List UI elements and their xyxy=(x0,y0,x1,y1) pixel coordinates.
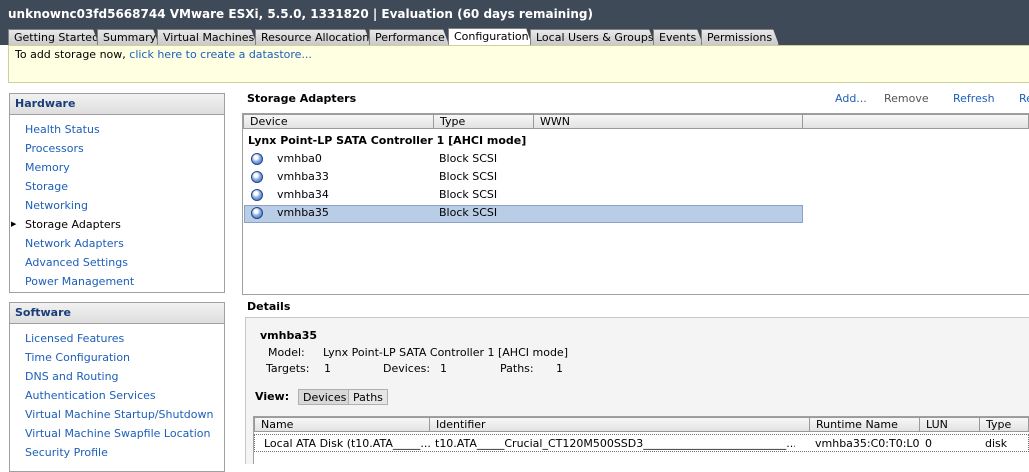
nav-health-status[interactable]: Health Status xyxy=(25,123,100,136)
device-runtime-name: vmhba35:C0:T0:L0 xyxy=(815,437,920,450)
col-type[interactable]: Type xyxy=(979,417,1029,432)
info-text: To add storage now, xyxy=(15,48,130,61)
storage-adapter-icon xyxy=(251,171,263,183)
nav-networking[interactable]: Networking xyxy=(25,199,88,212)
nav-advanced-settings[interactable]: Advanced Settings xyxy=(25,256,128,269)
nav-power-management[interactable]: Power Management xyxy=(25,275,134,288)
paths-value: 1 xyxy=(556,362,563,375)
model-label: Model: xyxy=(268,346,305,359)
storage-adapter-icon xyxy=(251,189,263,201)
refresh-link[interactable]: Refresh xyxy=(953,92,995,105)
details-adapter-name: vmhba35 xyxy=(260,329,318,342)
col-type[interactable]: Type xyxy=(433,114,534,129)
tab-performance[interactable]: Performance xyxy=(369,29,449,45)
col-wwn[interactable]: WWN xyxy=(533,114,803,129)
adapter-type: Block SCSI xyxy=(439,188,498,201)
targets-value: 1 xyxy=(324,362,331,375)
nav-vm-swapfile-location[interactable]: Virtual Machine Swapfile Location xyxy=(25,427,210,440)
paths-label: Paths: xyxy=(500,362,534,375)
tab-virtual-machines[interactable]: Virtual Machines xyxy=(157,29,257,45)
nav-time-configuration[interactable]: Time Configuration xyxy=(25,351,130,364)
nav-licensed-features[interactable]: Licensed Features xyxy=(25,332,124,345)
col-lun[interactable]: LUN xyxy=(919,417,980,432)
remove-adapter-link[interactable]: Remove xyxy=(884,92,929,105)
nav-processors[interactable]: Processors xyxy=(25,142,84,155)
adapter-device[interactable]: vmhba33 xyxy=(277,170,329,183)
col-runtime-name[interactable]: Runtime Name xyxy=(809,417,920,432)
selection-arrow-icon: ▶ xyxy=(11,220,17,228)
tab-bar: Getting Started Summary Virtual Machines… xyxy=(0,28,1029,45)
details-title: Details xyxy=(247,300,291,313)
nav-vm-startup-shutdown[interactable]: Virtual Machine Startup/Shutdown xyxy=(25,408,213,421)
col-name[interactable]: Name xyxy=(254,417,430,432)
device-name: Local ATA Disk (t10.ATA_____... xyxy=(264,437,431,450)
adapter-type: Block SCSI xyxy=(439,152,498,165)
view-label: View: xyxy=(255,390,290,403)
device-identifier: t10.ATA_____Crucial_CT120M500SSD3_______… xyxy=(435,437,795,450)
tab-configuration[interactable]: Configuration xyxy=(448,28,532,45)
adapter-type: Block SCSI xyxy=(439,206,498,219)
hardware-header: Hardware xyxy=(10,94,224,115)
view-devices-button[interactable]: Devices xyxy=(298,389,352,405)
view-paths-button[interactable]: Paths xyxy=(348,389,388,405)
nav-memory[interactable]: Memory xyxy=(25,161,70,174)
nav-authentication-services[interactable]: Authentication Services xyxy=(25,389,156,402)
window-title: unknownc03fd5668744 VMware ESXi, 5.5.0, … xyxy=(0,0,1029,28)
storage-adapter-icon xyxy=(251,153,263,165)
device-type: disk xyxy=(985,437,1008,450)
col-filler xyxy=(802,114,1029,129)
model-value: Lynx Point-LP SATA Controller 1 [AHCI mo… xyxy=(323,346,568,359)
col-identifier[interactable]: Identifier xyxy=(429,417,810,432)
adapter-type: Block SCSI xyxy=(439,170,498,183)
info-bar: To add storage now, click here to create… xyxy=(8,45,1029,83)
add-adapter-link[interactable]: Add... xyxy=(835,92,867,105)
adapter-device[interactable]: vmhba35 xyxy=(277,206,329,219)
targets-label: Targets: xyxy=(266,362,310,375)
nav-security-profile[interactable]: Security Profile xyxy=(25,446,108,459)
devices-label: Devices: xyxy=(383,362,431,375)
software-header: Software xyxy=(10,303,224,324)
tab-events[interactable]: Events xyxy=(653,29,703,45)
tab-local-users-groups[interactable]: Local Users & Groups xyxy=(530,29,655,45)
devices-value: 1 xyxy=(440,362,447,375)
nav-storage[interactable]: Storage xyxy=(25,180,68,193)
tab-summary[interactable]: Summary xyxy=(97,29,159,45)
nav-storage-adapters[interactable]: Storage Adapters xyxy=(25,218,121,231)
nav-network-adapters[interactable]: Network Adapters xyxy=(25,237,124,250)
adapter-group-header: Lynx Point-LP SATA Controller 1 [AHCI mo… xyxy=(248,134,527,147)
tab-resource-allocation[interactable]: Resource Allocation xyxy=(255,29,371,45)
storage-adapters-title: Storage Adapters xyxy=(247,92,357,105)
storage-adapter-icon xyxy=(251,207,263,219)
adapter-device[interactable]: vmhba34 xyxy=(277,188,329,201)
col-device[interactable]: Device xyxy=(243,114,434,129)
create-datastore-link[interactable]: click here to create a datastore... xyxy=(129,48,312,61)
tab-getting-started[interactable]: Getting Started xyxy=(8,29,99,45)
adapter-device[interactable]: vmhba0 xyxy=(277,152,322,165)
tab-permissions[interactable]: Permissions xyxy=(701,29,779,45)
rescan-link[interactable]: Re xyxy=(1019,92,1029,105)
nav-dns-routing[interactable]: DNS and Routing xyxy=(25,370,119,383)
device-lun: 0 xyxy=(925,437,932,450)
